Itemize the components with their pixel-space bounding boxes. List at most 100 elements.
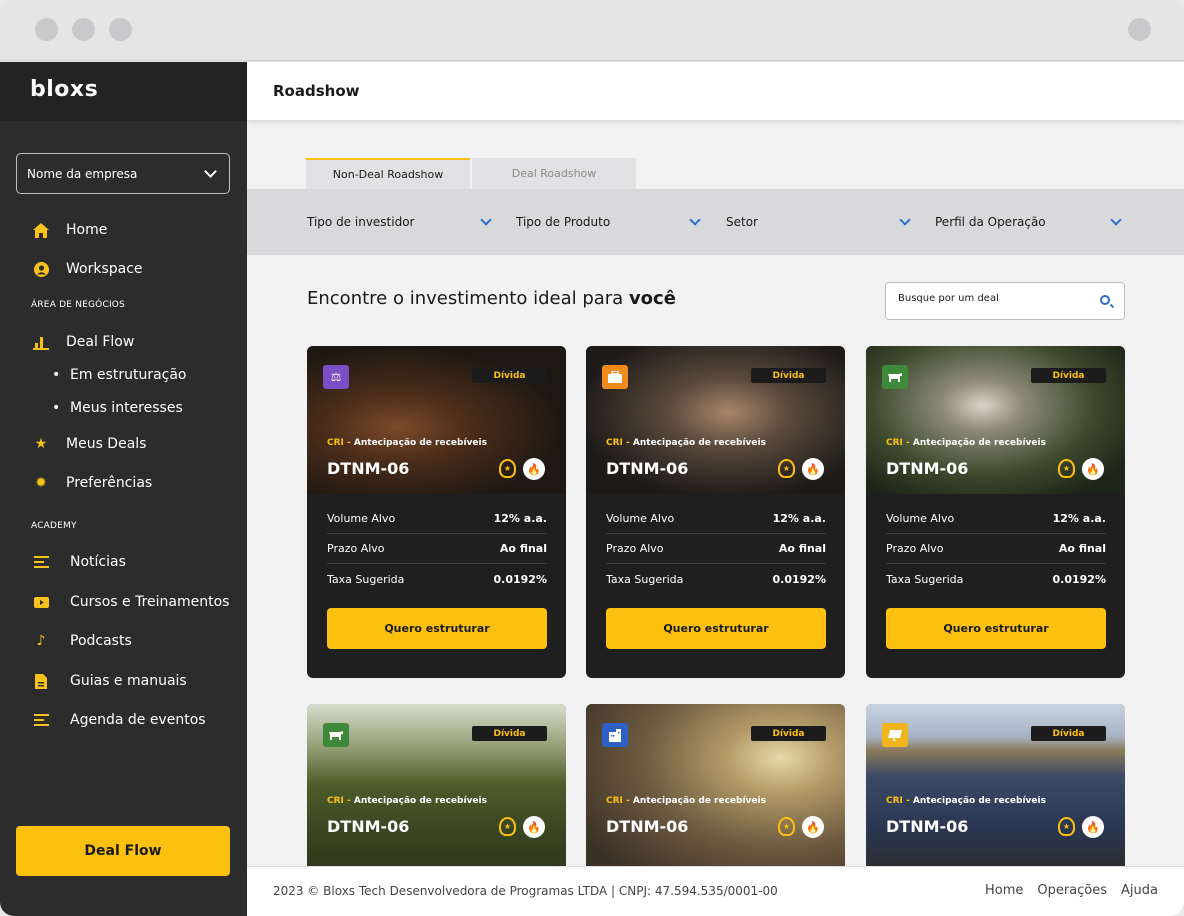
- detail-row: Volume Alvo 12% a.a.: [886, 504, 1106, 534]
- deal-card[interactable]: Dívida CRI - Antecipação de recebíveis D…: [307, 704, 566, 866]
- deal-card[interactable]: Dívida CRI - Antecipação de recebíveis D…: [866, 346, 1125, 678]
- filter-tipo-produto[interactable]: Tipo de Produto: [516, 214, 702, 229]
- category-pill: Dívida: [472, 368, 547, 383]
- sidebar-item-noticias[interactable]: Notícias: [0, 554, 247, 570]
- fire-icon: 🔥: [802, 458, 824, 480]
- fire-icon: 🔥: [1082, 458, 1104, 480]
- sidebar-item-home[interactable]: Home: [0, 222, 247, 238]
- sidebar-item-label: Workspace: [66, 261, 143, 277]
- detail-row: Prazo Alvo Ao final: [327, 534, 547, 564]
- fire-icon: 🔥: [523, 458, 545, 480]
- detail-row: Taxa Sugerida 0.0192%: [886, 572, 1106, 586]
- detail-row: Volume Alvo 12% a.a.: [606, 504, 826, 534]
- deal-card[interactable]: Dívida CRI - Antecipação de recebíveis D…: [586, 346, 845, 678]
- sidebar-item-label: Podcasts: [70, 633, 132, 649]
- deal-type: CRI - Antecipação de recebíveis: [886, 796, 1046, 806]
- window-menu-dot[interactable]: [1128, 18, 1151, 41]
- detail-row: Prazo Alvo Ao final: [606, 534, 826, 564]
- fire-icon: 🔥: [523, 816, 545, 838]
- company-select-value: Nome da empresa: [27, 166, 138, 181]
- award-badge-icon: ★: [1058, 817, 1075, 836]
- deal-type: CRI - Antecipação de recebíveis: [886, 438, 1046, 448]
- deal-code: DTNM-06: [886, 459, 969, 478]
- filter-perfil-operacao[interactable]: Perfil da Operação: [935, 214, 1122, 229]
- award-badge-icon: ★: [499, 817, 516, 836]
- bloxs-logo[interactable]: bloxs: [30, 77, 98, 102]
- section-headline: Encontre o investimento ideal para você: [307, 288, 676, 309]
- sidebar-item-meus-deals[interactable]: ★ Meus Deals: [0, 436, 247, 452]
- sidebar-item-guias[interactable]: Guias e manuais: [0, 673, 247, 689]
- sidebar-subitem-em-estruturacao[interactable]: Em estruturação: [52, 367, 187, 383]
- window-close-dot[interactable]: [35, 18, 58, 41]
- category-pill: Dívida: [472, 726, 547, 741]
- cow-icon: [882, 365, 908, 389]
- search-icon[interactable]: [1100, 295, 1110, 305]
- sidebar-item-podcasts[interactable]: ♪ Podcasts: [0, 633, 247, 649]
- cow-icon: [323, 723, 349, 747]
- tab-deal-roadshow[interactable]: Deal Roadshow: [472, 158, 636, 189]
- quero-estruturar-button[interactable]: Quero estruturar: [886, 608, 1106, 649]
- deal-search[interactable]: [885, 282, 1125, 320]
- sidebar-item-label: Home: [66, 222, 108, 238]
- fire-icon: 🔥: [802, 816, 824, 838]
- filter-bar: Tipo de investidor Tipo de Produto Setor…: [247, 189, 1184, 255]
- award-badge-icon: ★: [1058, 459, 1075, 478]
- section-label-academy: ACADEMY: [31, 521, 77, 531]
- deal-type: CRI - Antecipação de recebíveis: [327, 438, 487, 448]
- award-badge-icon: ★: [778, 817, 795, 836]
- sidebar-item-workspace[interactable]: Workspace: [0, 261, 247, 277]
- list-icon: [33, 712, 49, 728]
- sidebar-item-label: Cursos e Treinamentos: [70, 594, 230, 610]
- deal-flow-button[interactable]: Deal Flow: [16, 826, 230, 876]
- chevron-down-icon: [1110, 214, 1122, 226]
- chevron-down-icon: [689, 214, 701, 226]
- sidebar-item-label: Preferências: [66, 475, 153, 491]
- category-pill: Dívida: [1031, 368, 1106, 383]
- music-note-icon: ♪: [36, 633, 46, 649]
- detail-row: Volume Alvo 12% a.a.: [327, 504, 547, 534]
- building-icon: [602, 723, 628, 747]
- search-input[interactable]: [898, 293, 1088, 304]
- footer-link-ajuda[interactable]: Ajuda: [1121, 883, 1158, 898]
- detail-row: Prazo Alvo Ao final: [886, 534, 1106, 564]
- deal-card[interactable]: Dívida CRI - Antecipação de recebíveis D…: [866, 704, 1125, 866]
- window-titlebar: [0, 0, 1184, 61]
- deal-code: DTNM-06: [606, 817, 689, 836]
- sidebar-item-preferencias[interactable]: ✹ Preferências: [0, 475, 247, 491]
- sidebar-item-agenda[interactable]: Agenda de eventos: [0, 712, 247, 728]
- deal-card[interactable]: Dívida CRI - Antecipação de recebíveis D…: [586, 704, 845, 866]
- company-select[interactable]: Nome da empresa: [16, 153, 230, 194]
- deal-card[interactable]: ⚖ Dívida CRI - Antecipação de recebíveis…: [307, 346, 566, 678]
- award-badge-icon: ★: [778, 459, 795, 478]
- detail-row: Taxa Sugerida 0.0192%: [606, 572, 826, 586]
- deal-details: Volume Alvo 12% a.a. Prazo Alvo Ao final T…: [327, 504, 547, 594]
- tab-non-deal-roadshow[interactable]: Non-Deal Roadshow: [306, 158, 470, 189]
- window-maximize-dot[interactable]: [109, 18, 132, 41]
- quero-estruturar-button[interactable]: Quero estruturar: [327, 608, 547, 649]
- filter-tipo-investidor[interactable]: Tipo de investidor: [307, 214, 493, 229]
- sidebar: bloxs Nome da empresa Home Workspace ÁRE…: [0, 62, 247, 916]
- category-pill: Dívida: [751, 368, 826, 383]
- sidebar-item-cursos[interactable]: Cursos e Treinamentos: [0, 594, 247, 610]
- topbar: Roadshow: [247, 62, 1184, 120]
- filter-setor[interactable]: Setor: [726, 214, 912, 229]
- solar-panel-icon: [882, 723, 908, 747]
- news-icon: [33, 554, 49, 570]
- filter-label: Perfil da Operação: [935, 215, 1046, 229]
- quero-estruturar-button[interactable]: Quero estruturar: [606, 608, 826, 649]
- footer-link-home[interactable]: Home: [985, 883, 1023, 898]
- sidebar-subitem-meus-interesses[interactable]: Meus interesses: [52, 400, 183, 416]
- deal-code: DTNM-06: [327, 459, 410, 478]
- chevron-down-icon: [899, 214, 911, 226]
- home-icon: [33, 222, 49, 238]
- window-minimize-dot[interactable]: [72, 18, 95, 41]
- footer-link-operacoes[interactable]: Operações: [1037, 883, 1107, 898]
- user-icon: [33, 261, 49, 277]
- copyright-text: 2023 © Bloxs Tech Desenvolvedora de Prog…: [273, 884, 778, 898]
- deal-code: DTNM-06: [606, 459, 689, 478]
- deal-code: DTNM-06: [886, 817, 969, 836]
- sidebar-item-deal-flow[interactable]: Deal Flow: [0, 334, 247, 350]
- gear-icon: ✹: [35, 475, 47, 491]
- category-pill: Dívida: [751, 726, 826, 741]
- footer: 2023 © Bloxs Tech Desenvolvedora de Prog…: [247, 866, 1184, 916]
